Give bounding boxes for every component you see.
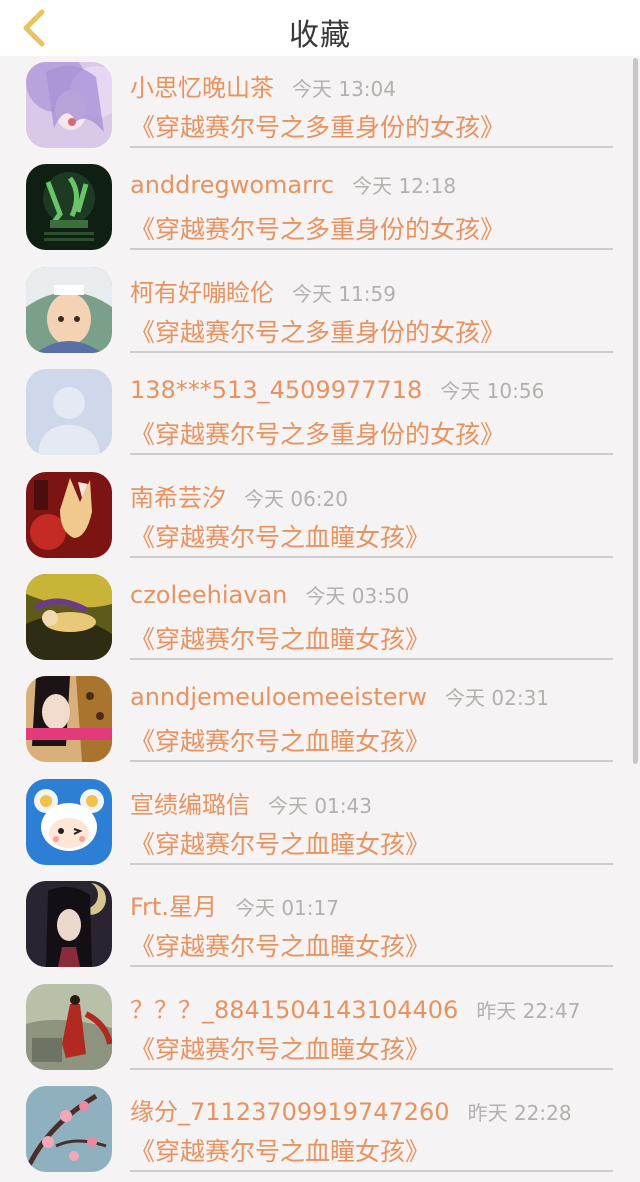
user-name[interactable]: 138***513_4509977718 <box>130 376 422 404</box>
book-title[interactable]: 《穿越赛尔号之血瞳女孩》 <box>130 1030 430 1066</box>
divider <box>130 1169 613 1172</box>
book-title[interactable]: 《穿越赛尔号之血瞳女孩》 <box>130 722 430 758</box>
item-header: 柯有好嘣睑伦 今天 11:59 <box>130 273 610 308</box>
avatar[interactable] <box>26 62 112 148</box>
user-name[interactable]: anndjemeuloemeeisterw <box>130 683 427 711</box>
book-title[interactable]: 《穿越赛尔号之血瞳女孩》 <box>130 518 430 554</box>
list-item[interactable]: ？？？_8841504143104406 昨天 22:47 《穿越赛尔号之血瞳女孩… <box>0 978 640 1080</box>
avatar[interactable] <box>26 881 112 968</box>
user-name[interactable]: anddregwomarrc <box>130 171 334 199</box>
user-name[interactable]: ？？？_8841504143104406 <box>130 996 458 1024</box>
page-title: 收藏 <box>289 18 351 53</box>
divider <box>130 146 613 148</box>
user-name[interactable]: 南希芸汐 <box>130 484 226 512</box>
list-item[interactable]: 小思忆晚山茶 今天 13:04 《穿越赛尔号之多重身份的女孩》 <box>0 56 640 158</box>
avatar[interactable] <box>26 778 112 865</box>
timestamp: 今天 01:17 <box>234 896 339 921</box>
avatar[interactable] <box>26 369 112 456</box>
timestamp: 今天 12:18 <box>352 174 457 199</box>
timestamp: 昨天 22:28 <box>467 1100 572 1125</box>
list-item[interactable]: czoleehiavan 今天 03:50 《穿越赛尔号之血瞳女孩》 <box>0 568 640 670</box>
avatar[interactable] <box>26 983 112 1070</box>
avatar[interactable] <box>26 164 112 251</box>
list-item[interactable]: 南希芸汐 今天 06:20 《穿越赛尔号之血瞳女孩》 <box>0 466 640 568</box>
avatar[interactable] <box>26 573 112 660</box>
item-header: 缘分_7112370991974726​0 昨天 22:28 <box>130 1092 610 1127</box>
avatar[interactable] <box>26 471 112 558</box>
list-item[interactable]: anndjemeuloemeeisterw 今天 02:31 《穿越赛尔号之血瞳女… <box>0 670 640 772</box>
list-item[interactable]: Frt.星月 今天 01:17 《穿越赛尔号之血瞳女孩》 <box>0 875 640 977</box>
book-title[interactable]: 《穿越赛尔号之多重身份的女孩》 <box>130 210 505 246</box>
user-name[interactable]: Frt.星月 <box>130 893 217 921</box>
timestamp: 今天 01:43 <box>268 793 372 818</box>
user-name[interactable]: 缘分_7112370991974726​0 <box>130 1098 450 1126</box>
item-header: 138***513_4509977718 今天 10:56 <box>130 375 610 404</box>
book-title[interactable]: 《穿越赛尔号之多重身份的女孩》 <box>130 108 505 144</box>
divider <box>130 555 613 558</box>
user-name[interactable]: 柯有好嘣睑伦 <box>130 279 274 307</box>
book-title[interactable]: 《穿越赛尔号之血瞳女孩》 <box>130 1132 430 1168</box>
avatar[interactable] <box>26 676 112 763</box>
divider <box>130 453 613 456</box>
timestamp: 今天 02:31 <box>445 686 550 711</box>
timestamp: 今天 03:50 <box>305 583 410 608</box>
book-title[interactable]: 《穿越赛尔号之血瞳女孩》 <box>130 825 430 861</box>
timestamp: 今天 06:20 <box>244 486 348 511</box>
header-bar: 收藏 <box>0 0 640 56</box>
item-header: Frt.星月 今天 01:17 <box>130 887 610 922</box>
user-name[interactable]: 小思忆晚山茶 <box>130 74 274 102</box>
user-name[interactable]: czoleehiavan <box>130 581 287 609</box>
list-item[interactable]: 缘分_7112370991974726​0 昨天 22:28 《穿越赛尔号之血瞳女… <box>0 1080 640 1182</box>
item-header: anddregwomarrc 今天 12:18 <box>130 170 610 199</box>
list-item[interactable]: anddregwomarrc 今天 12:18 《穿越赛尔号之多重身份的女孩》 <box>0 158 640 260</box>
timestamp: 今天 10:56 <box>440 379 545 404</box>
divider <box>130 760 613 763</box>
book-title[interactable]: 《穿越赛尔号之血瞳女孩》 <box>130 620 430 656</box>
scrollbar[interactable] <box>633 58 638 764</box>
divider <box>130 657 613 660</box>
divider <box>130 248 613 251</box>
timestamp: 昨天 22:47 <box>476 998 581 1023</box>
list-item[interactable]: 138***513_4509977718 今天 10:56 《穿越赛尔号之多重身份… <box>0 363 640 465</box>
item-header: czoleehiavan 今天 03:50 <box>130 580 610 609</box>
divider <box>130 350 613 353</box>
favorites-list: 小思忆晚山茶 今天 13:04 《穿越赛尔号之多重身份的女孩》 anddregwo… <box>0 56 640 1182</box>
book-title[interactable]: 《穿越赛尔号之多重身份的女孩》 <box>130 313 505 349</box>
list-item[interactable]: 宣绩编璐信 今天 01:43 《穿越赛尔号之血瞳女孩》 <box>0 773 640 875</box>
list-item[interactable]: 柯有好嘣睑伦 今天 11:59 《穿越赛尔号之多重身份的女孩》 <box>0 261 640 363</box>
book-title[interactable]: 《穿越赛尔号之血瞳女孩》 <box>130 927 430 963</box>
item-header: 宣绩编璐信 今天 01:43 <box>130 785 610 820</box>
divider <box>130 965 613 968</box>
avatar[interactable] <box>26 266 112 353</box>
divider <box>130 862 613 865</box>
item-header: anndjemeuloemeeisterw 今天 02:31 <box>130 682 610 711</box>
item-header: ？？？_8841504143104406 昨天 22:47 <box>130 990 610 1025</box>
item-header: 小思忆晚山茶 今天 13:04 <box>130 68 610 103</box>
timestamp: 今天 11:59 <box>292 281 396 306</box>
divider <box>130 1067 613 1070</box>
avatar[interactable] <box>26 1085 112 1172</box>
book-title[interactable]: 《穿越赛尔号之多重身份的女孩》 <box>130 415 505 451</box>
item-header: 南希芸汐 今天 06:20 <box>130 478 610 513</box>
timestamp: 今天 13:04 <box>292 77 396 101</box>
user-name[interactable]: 宣绩编璐信 <box>130 791 250 819</box>
